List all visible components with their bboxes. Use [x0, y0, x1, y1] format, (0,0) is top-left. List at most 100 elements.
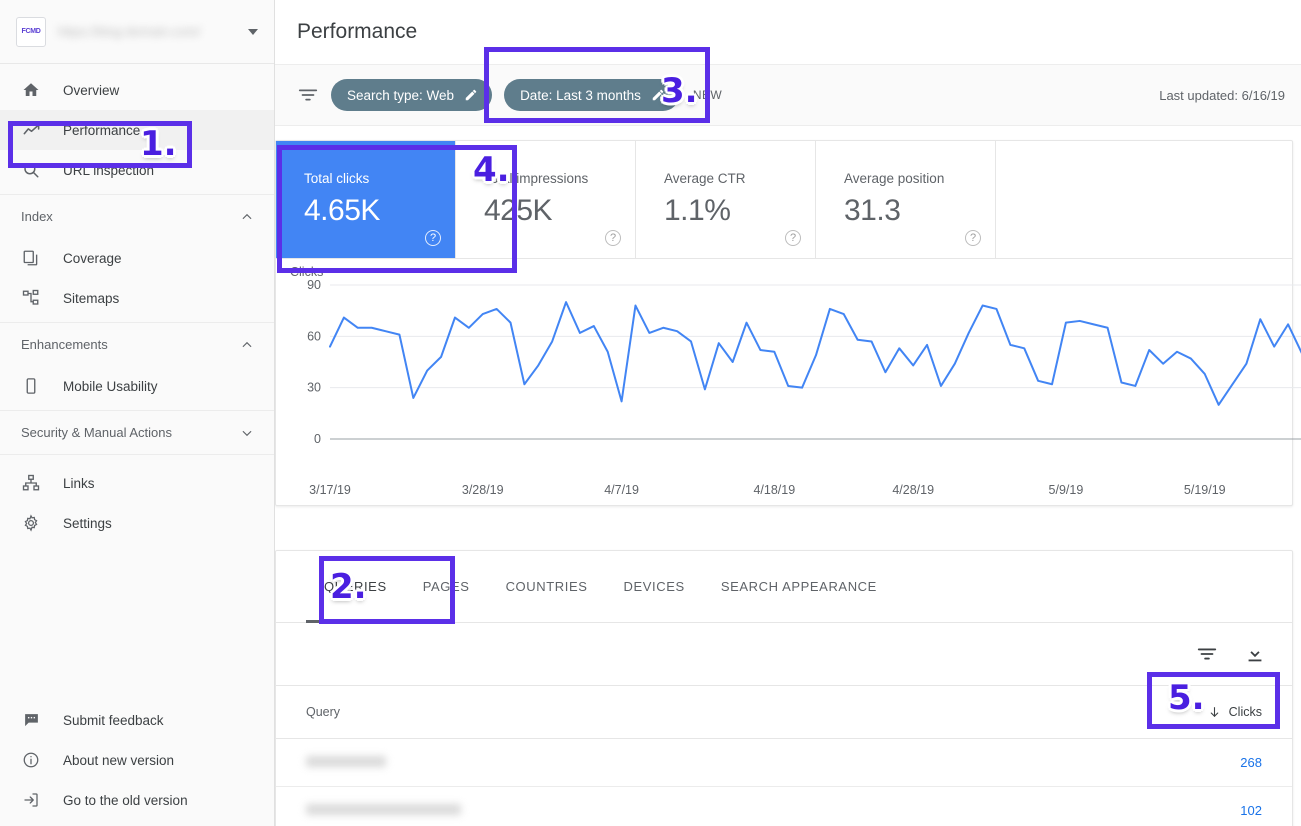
chart-plot-area[interactable]: 0 30 60 90 [290, 269, 1301, 469]
y-tick-label: 0 [314, 432, 321, 446]
total-impressions-card[interactable]: Total impressions 425K ? [456, 141, 636, 258]
metric-label: Total impressions [484, 171, 635, 186]
x-tick-label: 4/28/19 [892, 483, 934, 497]
sidebar-item-label-sitemaps: Sitemaps [63, 291, 119, 306]
date-chip[interactable]: Date: Last 3 months [504, 79, 679, 111]
tab-countries[interactable]: COUNTRIES [488, 551, 606, 623]
sidebar-item-mobile-usability[interactable]: Mobile Usability [0, 366, 274, 406]
search-type-chip[interactable]: Search type: Web [331, 79, 492, 111]
mobile-icon [21, 376, 41, 396]
property-selector[interactable]: FCMD https://blog-domain.com/ [0, 0, 274, 64]
average-position-card[interactable]: Average position 31.3 ? [816, 141, 996, 258]
clicks-sort-header[interactable]: Clicks [1208, 705, 1262, 719]
property-logo-icon: FCMD [16, 17, 46, 47]
x-tick-label: 4/18/19 [753, 483, 795, 497]
help-icon[interactable]: ? [785, 230, 801, 246]
clicks-chart: Clicks 0306090 3/17/193/28/194/7/194/18/… [276, 259, 1292, 505]
dimension-table-panel: QUERIESPAGESCOUNTRIESDEVICESSEARCH APPEA… [275, 550, 1293, 826]
sidebar-section-label-index: Index [21, 209, 53, 224]
tab-search-appearance[interactable]: SEARCH APPEARANCE [703, 551, 895, 623]
cell-query [306, 754, 1240, 772]
property-name-redacted: https://blog-domain.com/ [58, 24, 236, 39]
primary-nav: Overview Performance URL inspection Inde… [0, 64, 274, 543]
total-clicks-card[interactable]: Total clicks 4.65K ? [276, 141, 456, 258]
metric-value: 425K [484, 194, 635, 228]
chevron-up-icon[interactable] [240, 210, 254, 224]
metric-value: 4.65K [304, 194, 455, 228]
performance-panel: Total clicks 4.65K ? Total impressions 4… [275, 140, 1293, 506]
clicks-line-series[interactable] [330, 302, 1301, 405]
cell-clicks[interactable]: 102 [1240, 803, 1262, 818]
sidebar-item-label-coverage: Coverage [63, 251, 122, 266]
sidebar-item-label-go-to-old-version: Go to the old version [63, 793, 188, 808]
x-tick-label: 5/19/19 [1184, 483, 1226, 497]
sidebar-item-label-overview: Overview [63, 83, 119, 98]
filter-icon[interactable] [297, 84, 319, 106]
chevron-up-icon[interactable] [240, 338, 254, 352]
x-tick-label: 3/17/19 [309, 483, 351, 497]
metric-label: Average position [844, 171, 995, 186]
cell-clicks[interactable]: 268 [1240, 755, 1262, 770]
download-icon[interactable] [1244, 643, 1266, 665]
y-tick-label: 90 [307, 278, 321, 292]
query-redacted [306, 756, 386, 767]
sidebar-item-overview[interactable]: Overview [0, 70, 274, 110]
sidebar-item-label-url-inspection: URL inspection [63, 163, 154, 178]
table-row[interactable]: 268 [276, 739, 1292, 787]
sidebar-item-submit-feedback[interactable]: Submit feedback [0, 700, 274, 740]
sidebar-section-label-enhancements: Enhancements [21, 337, 108, 352]
sidebar-item-url-inspection[interactable]: URL inspection [0, 150, 274, 190]
date-chip-label: Date: Last 3 months [520, 88, 641, 103]
average-ctr-card[interactable]: Average CTR 1.1% ? [636, 141, 816, 258]
trending-up-icon [21, 120, 41, 140]
pencil-icon[interactable] [651, 88, 665, 102]
table-body: 268 102 [276, 739, 1292, 826]
y-tick-label: 30 [307, 381, 321, 395]
filter-bar: Search type: Web Date: Last 3 months NEW… [275, 64, 1301, 126]
sidebar-section-security[interactable]: Security & Manual Actions [0, 410, 274, 454]
sidebar: FCMD https://blog-domain.com/ Overview P… [0, 0, 275, 826]
sidebar-section-enhancements[interactable]: Enhancements [0, 322, 274, 366]
sidebar-item-settings[interactable]: Settings [0, 503, 274, 543]
help-icon[interactable]: ? [965, 230, 981, 246]
pencil-icon[interactable] [464, 88, 478, 102]
active-tab-underline [306, 620, 405, 623]
metric-value: 1.1% [664, 194, 815, 228]
x-tick-label: 4/7/19 [604, 483, 639, 497]
tab-queries[interactable]: QUERIES [306, 551, 405, 623]
chevron-down-icon[interactable] [248, 29, 258, 35]
metric-label: Total clicks [304, 171, 455, 186]
y-tick-label: 60 [307, 329, 321, 343]
sidebar-item-label-about-new-version: About new version [63, 753, 174, 768]
page-title: Performance [275, 0, 1301, 64]
search-type-chip-label: Search type: Web [347, 88, 454, 103]
sidebar-item-go-to-old-version[interactable]: Go to the old version [0, 780, 274, 820]
main-content: Performance Search type: Web Date: Last … [275, 0, 1301, 826]
metric-label: Average CTR [664, 171, 815, 186]
new-badge: NEW [693, 88, 722, 102]
tab-pages[interactable]: PAGES [405, 551, 488, 623]
tab-devices[interactable]: DEVICES [606, 551, 703, 623]
sidebar-divider [0, 454, 274, 455]
dimension-tabs: QUERIESPAGESCOUNTRIESDEVICESSEARCH APPEA… [276, 551, 1292, 623]
filter-icon[interactable] [1196, 643, 1218, 665]
sidebar-item-coverage[interactable]: Coverage [0, 238, 274, 278]
sidebar-item-sitemaps[interactable]: Sitemaps [0, 278, 274, 318]
sidebar-section-index[interactable]: Index [0, 194, 274, 238]
query-redacted [306, 804, 461, 815]
chevron-down-icon[interactable] [240, 426, 254, 440]
help-icon[interactable]: ? [425, 230, 441, 246]
help-icon[interactable]: ? [605, 230, 621, 246]
column-header-query[interactable]: Query [306, 705, 1208, 719]
arrow-down-icon [1208, 706, 1221, 719]
sidebar-item-links[interactable]: Links [0, 463, 274, 503]
metric-cards: Total clicks 4.65K ? Total impressions 4… [276, 141, 1292, 259]
sidebar-item-performance[interactable]: Performance [0, 110, 274, 150]
sidebar-item-about-new-version[interactable]: About new version [0, 740, 274, 780]
table-row[interactable]: 102 [276, 787, 1292, 826]
metric-value: 31.3 [844, 194, 995, 228]
sidebar-item-label-submit-feedback: Submit feedback [63, 713, 164, 728]
search-icon [21, 160, 41, 180]
documents-icon [21, 248, 41, 268]
chart-y-axis-title: Clicks [290, 265, 323, 279]
